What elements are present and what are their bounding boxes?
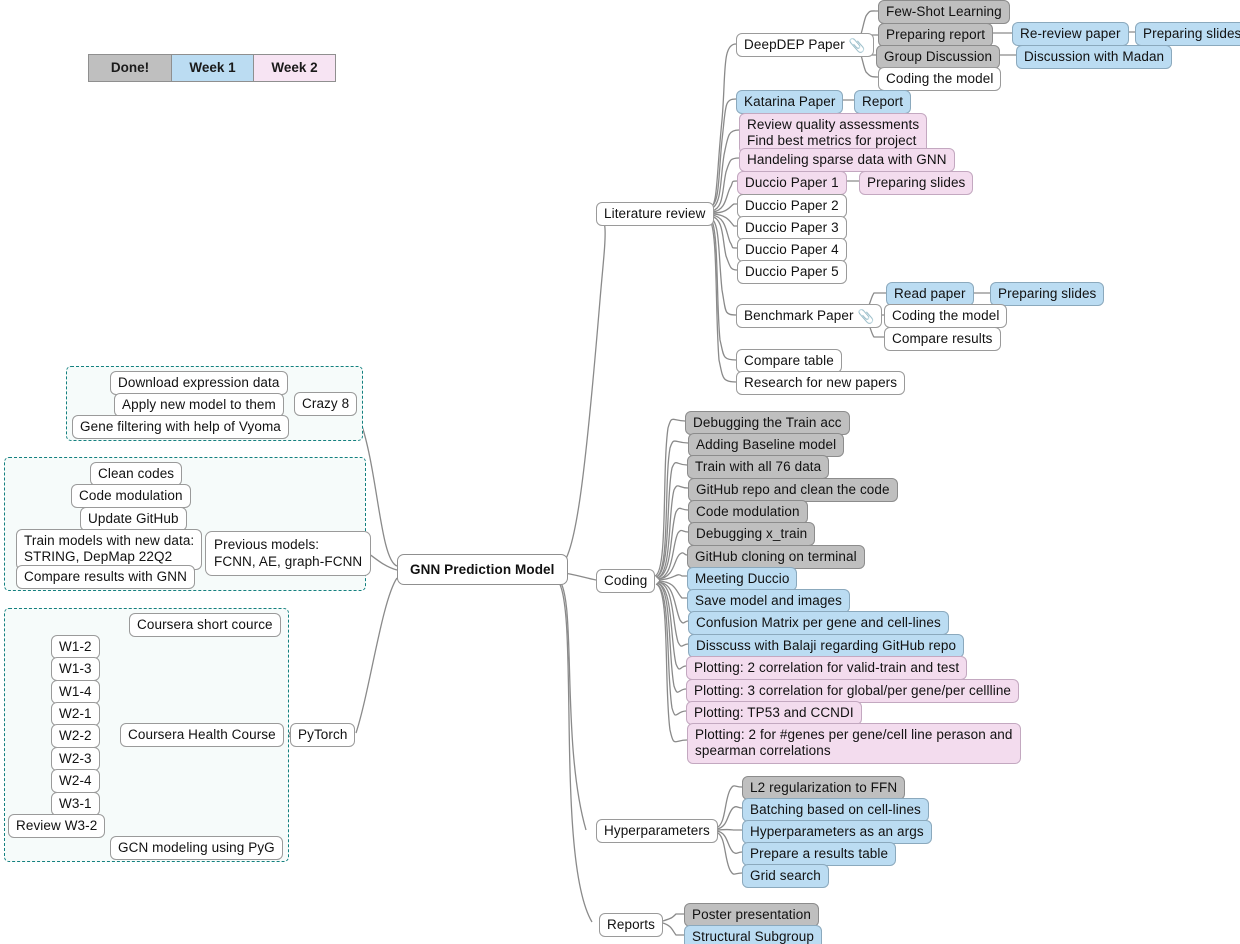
node-katarina-paper[interactable]: Katarina Paper [736,90,844,114]
node-report[interactable]: Report [854,90,912,114]
node-hyperparameters-args[interactable]: Hyperparameters as an args [742,820,932,844]
node-w3-1[interactable]: W3-1 [51,792,100,816]
node-plotting-2-genes[interactable]: Plotting: 2 for #genes per gene/cell lin… [687,723,1021,764]
node-research-for-new-papers[interactable]: Research for new papers [736,371,906,395]
node-compare-results-gnn[interactable]: Compare results with GNN [16,565,195,589]
node-gcn-modeling-pyg[interactable]: GCN modeling using PyG [110,836,283,860]
node-plotting-3-correlation[interactable]: Plotting: 3 correlation for global/per g… [686,679,1020,703]
branch-previous-models[interactable]: Previous models: FCNN, AE, graph-FCNN [205,531,372,576]
node-few-shot-learning[interactable]: Few-Shot Learning [878,0,1010,24]
node-apply-new-model[interactable]: Apply new model to them [114,393,284,417]
node-w1-4[interactable]: W1-4 [51,680,100,704]
branch-hyperparameters[interactable]: Hyperparameters [596,819,718,843]
node-coursera-short-cource[interactable]: Coursera short cource [129,613,281,637]
node-read-paper[interactable]: Read paper [886,282,974,306]
node-w2-2[interactable]: W2-2 [51,724,100,748]
node-gene-filtering-vyoma[interactable]: Gene filtering with help of Vyoma [72,415,289,439]
node-plotting-2-correlation[interactable]: Plotting: 2 correlation for valid-train … [686,656,968,680]
node-plotting-tp53-ccndi[interactable]: Plotting: TP53 and CCNDI [686,701,862,725]
node-coursera-health-course[interactable]: Coursera Health Course [120,723,284,747]
node-train-models-new-data[interactable]: Train models with new data: STRING, DepM… [16,529,203,570]
node-w2-3[interactable]: W2-3 [51,747,100,771]
branch-reports[interactable]: Reports [599,913,663,937]
node-preparing-slides-benchmark[interactable]: Preparing slides [990,282,1105,306]
node-w1-3[interactable]: W1-3 [51,657,100,681]
branch-pytorch[interactable]: PyTorch [290,723,356,747]
node-duccio-paper-1[interactable]: Duccio Paper 1 [737,171,847,195]
node-batching-cell-lines[interactable]: Batching based on cell-lines [742,798,929,822]
node-w2-1[interactable]: W2-1 [51,702,100,726]
node-coding-the-model-benchmark[interactable]: Coding the model [884,304,1008,328]
legend-item-week2: Week 2 [253,55,335,81]
node-download-expression-data[interactable]: Download expression data [110,371,288,395]
node-duccio-paper-3[interactable]: Duccio Paper 3 [737,216,847,240]
node-github-repo-clean-code[interactable]: GitHub repo and clean the code [688,478,898,502]
node-grid-search[interactable]: Grid search [742,864,829,888]
node-code-modulation-prev[interactable]: Code modulation [71,484,191,508]
node-compare-table[interactable]: Compare table [736,349,842,373]
legend-item-week1: Week 1 [171,55,253,81]
node-clean-codes[interactable]: Clean codes [90,462,183,486]
node-github-cloning-terminal[interactable]: GitHub cloning on terminal [687,545,865,569]
node-meeting-duccio[interactable]: Meeting Duccio [687,567,798,591]
node-re-review-paper[interactable]: Re-review paper [1012,22,1129,46]
node-w2-4[interactable]: W2-4 [51,769,100,793]
node-l2-regularization[interactable]: L2 regularization to FFN [742,776,906,800]
node-poster-presentation[interactable]: Poster presentation [684,903,819,927]
paperclip-icon: 📎 [848,38,866,53]
node-discussion-with-madan[interactable]: Discussion with Madan [1016,45,1173,69]
node-debugging-x-train[interactable]: Debugging x_train [688,522,816,546]
mindmap-canvas: Done! Week 1 Week 2 GNN Prediction Model… [0,0,1240,944]
node-train-with-all-76-data[interactable]: Train with all 76 data [687,455,830,479]
node-prepare-results-table[interactable]: Prepare a results table [742,842,897,866]
node-group-discussion[interactable]: Group Discussion [876,45,1001,69]
node-benchmark-paper[interactable]: Benchmark Paper 📎 [736,304,883,328]
node-structural-subgroup[interactable]: Structural Subgroup [684,925,822,944]
node-coding-the-model-deepdep[interactable]: Coding the model [878,67,1002,91]
branch-coding[interactable]: Coding [596,569,656,593]
node-save-model-and-images[interactable]: Save model and images [687,589,850,613]
node-deepdep-paper[interactable]: DeepDEP Paper 📎 [736,33,874,57]
node-w1-2[interactable]: W1-2 [51,635,100,659]
node-preparing-slides-duccio[interactable]: Preparing slides [859,171,974,195]
branch-crazy8[interactable]: Crazy 8 [294,392,358,416]
node-preparing-slides-re-review[interactable]: Preparing slides [1135,22,1240,46]
node-code-modulation-coding[interactable]: Code modulation [688,500,808,524]
node-compare-results-benchmark[interactable]: Compare results [884,327,1001,351]
paperclip-icon: 📎 [857,309,875,324]
node-handling-sparse-data-gnn[interactable]: Handeling sparse data with GNN [739,148,955,172]
node-discuss-with-balaji[interactable]: Disscuss with Balaji regarding GitHub re… [688,634,965,658]
root-node[interactable]: GNN Prediction Model [397,554,568,585]
node-duccio-paper-5[interactable]: Duccio Paper 5 [737,260,847,284]
node-adding-baseline-model[interactable]: Adding Baseline model [688,433,845,457]
branch-literature-review[interactable]: Literature review [596,202,714,226]
node-update-github[interactable]: Update GitHub [80,507,187,531]
node-label: Benchmark Paper [744,308,854,323]
node-preparing-report[interactable]: Preparing report [878,23,994,47]
status-legend: Done! Week 1 Week 2 [88,54,336,82]
node-review-w3-2[interactable]: Review W3-2 [8,814,106,838]
node-confusion-matrix[interactable]: Confusion Matrix per gene and cell-lines [688,611,949,635]
node-duccio-paper-2[interactable]: Duccio Paper 2 [737,194,847,218]
node-label: DeepDEP Paper [744,37,845,52]
node-debugging-train-acc[interactable]: Debugging the Train acc [685,411,850,435]
legend-item-done: Done! [89,55,171,81]
node-duccio-paper-4[interactable]: Duccio Paper 4 [737,238,847,262]
